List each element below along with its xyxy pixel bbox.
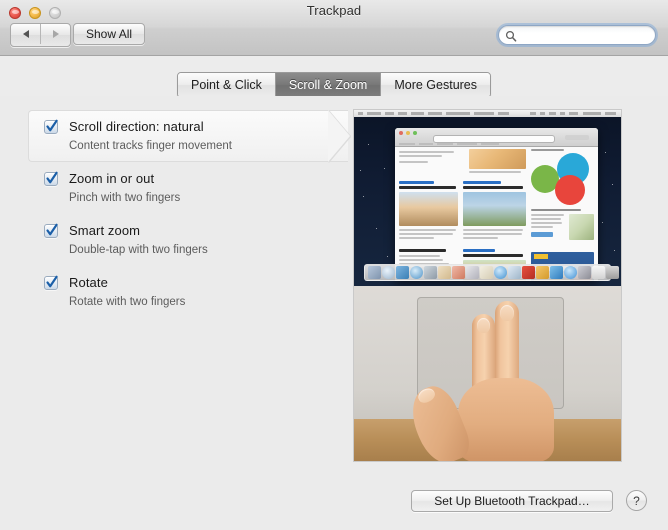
show-all-button[interactable]: Show All — [73, 23, 146, 45]
option-title: Zoom in or out — [69, 171, 155, 186]
forward-button — [40, 24, 70, 44]
option-rotate[interactable]: Rotate Rotate with two fingers — [28, 266, 348, 318]
option-subtitle: Pinch with two fingers — [69, 192, 181, 204]
preview-menubar — [354, 110, 621, 117]
checkbox-rotate[interactable] — [44, 275, 58, 290]
window-titlebar: Trackpad Show All — [0, 0, 668, 56]
tab-point-and-click[interactable]: Point & Click — [177, 73, 275, 97]
checkbox-smart-zoom[interactable] — [44, 223, 58, 238]
window-title: Trackpad — [306, 3, 362, 18]
option-title: Smart zoom — [69, 223, 141, 238]
option-subtitle: Double-tap with two fingers — [69, 244, 208, 256]
option-subtitle: Content tracks finger movement — [69, 140, 232, 152]
search-field-wrapper — [498, 25, 656, 45]
gesture-options-list: Scroll direction: natural Content tracks… — [28, 110, 350, 318]
preview-webpage — [395, 147, 598, 281]
option-subtitle: Rotate with two fingers — [69, 296, 186, 308]
navigation-button-group — [10, 23, 71, 47]
trackpad-preferences-window: Trackpad Show All Point & Click Scroll &… — [0, 0, 668, 530]
gesture-preview-panel — [354, 110, 621, 461]
search-icon — [505, 29, 517, 42]
checkbox-zoom-in-or-out[interactable] — [44, 171, 58, 186]
option-title: Scroll direction: natural — [69, 119, 204, 134]
preferences-content: Scroll direction: natural Content tracks… — [0, 96, 668, 530]
option-zoom-in-or-out[interactable]: Zoom in or out Pinch with two fingers — [28, 162, 348, 214]
option-smart-zoom[interactable]: Smart zoom Double-tap with two fingers — [28, 214, 348, 266]
preview-dock — [364, 264, 619, 281]
tab-more-gestures[interactable]: More Gestures — [380, 73, 491, 97]
option-title: Rotate — [69, 275, 108, 290]
chevron-left-icon — [22, 30, 29, 38]
preview-safari-toolbar — [395, 128, 598, 147]
setup-bluetooth-trackpad-button[interactable]: Set Up Bluetooth Trackpad… — [411, 490, 613, 512]
preview-safari-window — [395, 128, 598, 281]
tab-scroll-and-zoom[interactable]: Scroll & Zoom — [274, 73, 381, 97]
tab-bar: Point & Click Scroll & Zoom More Gesture… — [0, 72, 668, 98]
chevron-right-icon — [52, 30, 59, 38]
search-input[interactable] — [521, 27, 647, 42]
help-button[interactable]: ? — [626, 490, 647, 511]
checkbox-scroll-direction[interactable] — [44, 119, 58, 134]
preview-trackpad-photo — [354, 286, 621, 461]
back-button[interactable] — [11, 24, 40, 44]
option-scroll-direction[interactable]: Scroll direction: natural Content tracks… — [28, 110, 350, 162]
preview-desktop-screenshot — [354, 110, 621, 286]
